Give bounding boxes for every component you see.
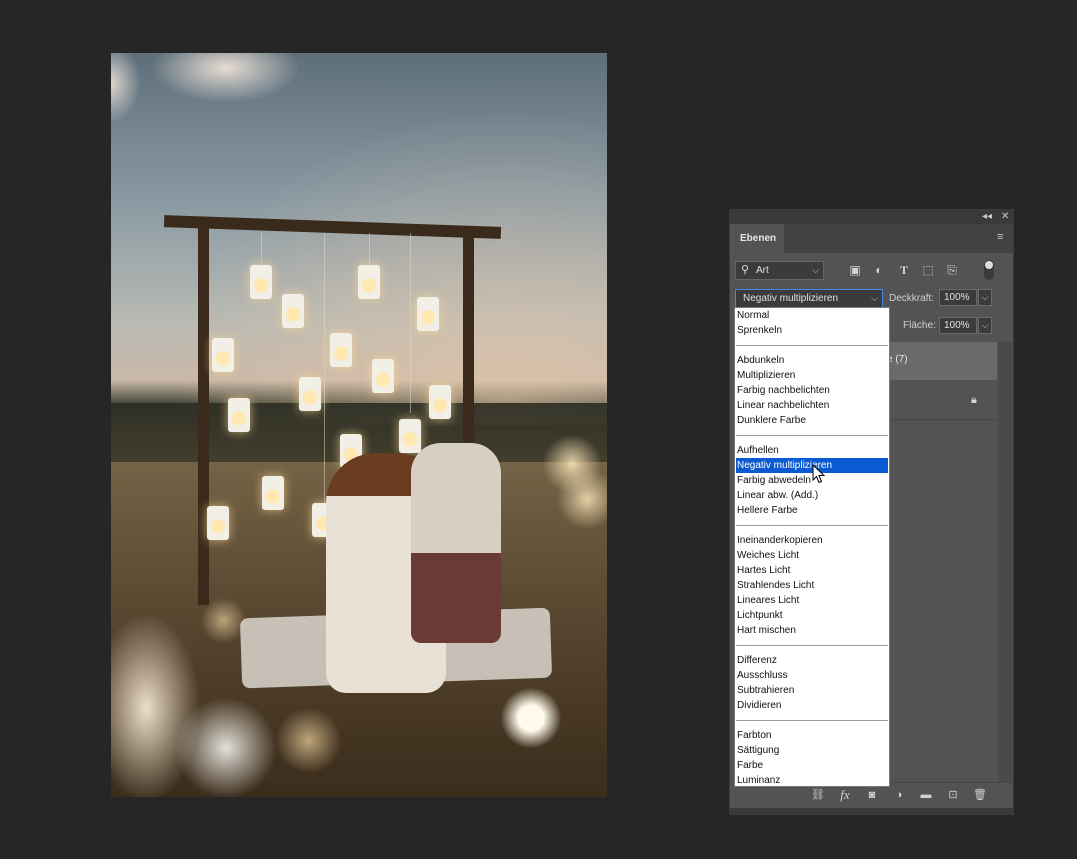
close-icon[interactable]: ✕ [1001,210,1009,224]
bokeh-light [501,688,561,748]
lantern [262,476,284,510]
lantern-string [369,233,370,263]
canvas-image [111,53,607,797]
panel-resize-strip[interactable] [730,808,1013,815]
lantern-string [324,233,325,503]
image-icon[interactable]: ▣ [847,261,863,279]
blend-option[interactable]: Strahlendes Licht [736,578,888,593]
blend-option[interactable]: Subtrahieren [736,683,888,698]
blend-option[interactable]: Hartes Licht [736,563,888,578]
blend-option[interactable]: Sättigung [736,743,888,758]
blend-option[interactable]: Linear nachbelichten [736,398,888,413]
opacity-label: Deckkraft: [889,293,935,304]
blend-option[interactable]: Ausschluss [736,668,888,683]
blend-option[interactable]: Ineinanderkopieren [736,533,888,548]
panel-menu-icon[interactable]: ≡ [997,232,1007,243]
layer-filter-select[interactable]: ⚲ Art ⌵ [735,261,824,280]
fill-dropdown-icon[interactable]: ⌵ [978,317,992,334]
smart-object-icon[interactable]: ⎘ [944,261,960,279]
new-layer-icon[interactable]: ⊡ [945,787,961,803]
group-folder-icon[interactable]: ▬ [918,787,934,803]
blend-option[interactable]: Hellere Farbe [736,503,888,518]
blend-option[interactable]: Farbe [736,758,888,773]
fill-input[interactable]: 100% [939,317,977,334]
blend-option[interactable]: Multiplizieren [736,368,888,383]
blend-option[interactable]: Weiches Licht [736,548,888,563]
lantern [212,338,234,372]
blend-option[interactable]: Luminanz [736,773,888,788]
lantern [250,265,272,299]
type-icon[interactable]: T [896,261,912,279]
opacity-dropdown-icon[interactable]: ⌵ [978,289,992,306]
menu-separator [736,720,888,721]
menu-separator [736,645,888,646]
blend-option[interactable]: Abdunkeln [736,353,888,368]
wooden-post-left [198,225,209,605]
lantern [417,297,439,331]
link-icon[interactable]: ⛓ [810,787,826,803]
chevron-down-icon: ⌵ [871,293,878,303]
search-icon: ⚲ [741,264,750,276]
lantern-string [410,233,411,413]
chevron-down-icon: ⌵ [812,265,819,275]
lock-icon: 🔒︎ [971,394,977,406]
layer-row[interactable]: e (7) [887,342,997,380]
adjustment-icon[interactable]: ◐ [871,261,887,279]
shape-icon[interactable]: ⬚ [920,261,936,279]
lantern [358,265,380,299]
lantern [282,294,304,328]
layer-name: e (7) [887,354,908,365]
groom [411,443,501,643]
opacity-input[interactable]: 100% [939,289,977,306]
menu-separator [736,525,888,526]
blend-mode-value: Negativ multiplizieren [743,293,839,304]
filter-toggle[interactable] [984,260,994,280]
blend-option[interactable]: Linear abw. (Add.) [736,488,888,503]
lantern [299,377,321,411]
blend-option[interactable]: Farbton [736,728,888,743]
layer-row-background[interactable]: 🔒︎ [887,382,997,420]
lantern [207,506,229,540]
blend-option[interactable]: Hart mischen [736,623,888,638]
mask-icon[interactable]: ◙ [864,787,880,803]
blend-option[interactable]: Lichtpunkt [736,608,888,623]
blend-option[interactable]: Aufhellen [736,443,888,458]
mouse-cursor-icon [812,464,826,484]
blend-option[interactable]: Dunklere Farbe [736,413,888,428]
menu-separator [736,435,888,436]
layer-filter-value: Art [756,265,769,276]
panel-title-bar: ◂◂ ✕ [730,210,1013,224]
blend-option[interactable]: Sprenkeln [736,323,888,338]
panel-tab-bar: Ebenen ≡ [730,224,1013,253]
blend-mode-dropdown-list: Normal Sprenkeln Abdunkeln Multipliziere… [734,307,890,787]
lantern-string [261,233,262,263]
fill-label: Fläche: [903,320,936,331]
blend-option[interactable]: Differenz [736,653,888,668]
bokeh-light [276,708,341,773]
lantern [330,333,352,367]
blend-option[interactable]: Normal [736,308,888,323]
trash-icon[interactable]: 🗑︎ [972,787,988,803]
adjustment-layer-icon[interactable]: ◑ [891,787,907,803]
blend-option[interactable]: Dividieren [736,698,888,713]
blend-option[interactable]: Lineares Licht [736,593,888,608]
menu-separator [736,345,888,346]
lantern [372,359,394,393]
tab-layers[interactable]: Ebenen [730,224,784,253]
lantern [429,385,451,419]
lantern [228,398,250,432]
layers-scrollbar[interactable] [998,342,1013,782]
blend-mode-select[interactable]: Negativ multiplizieren ⌵ [735,289,883,308]
sparkler-glow [171,693,281,797]
collapse-icon[interactable]: ◂◂ [982,210,992,224]
fx-icon[interactable]: fx [837,787,853,803]
bokeh-light [201,598,246,643]
lantern [399,419,421,453]
blend-option[interactable]: Farbig nachbelichten [736,383,888,398]
sky-glow [111,53,607,425]
